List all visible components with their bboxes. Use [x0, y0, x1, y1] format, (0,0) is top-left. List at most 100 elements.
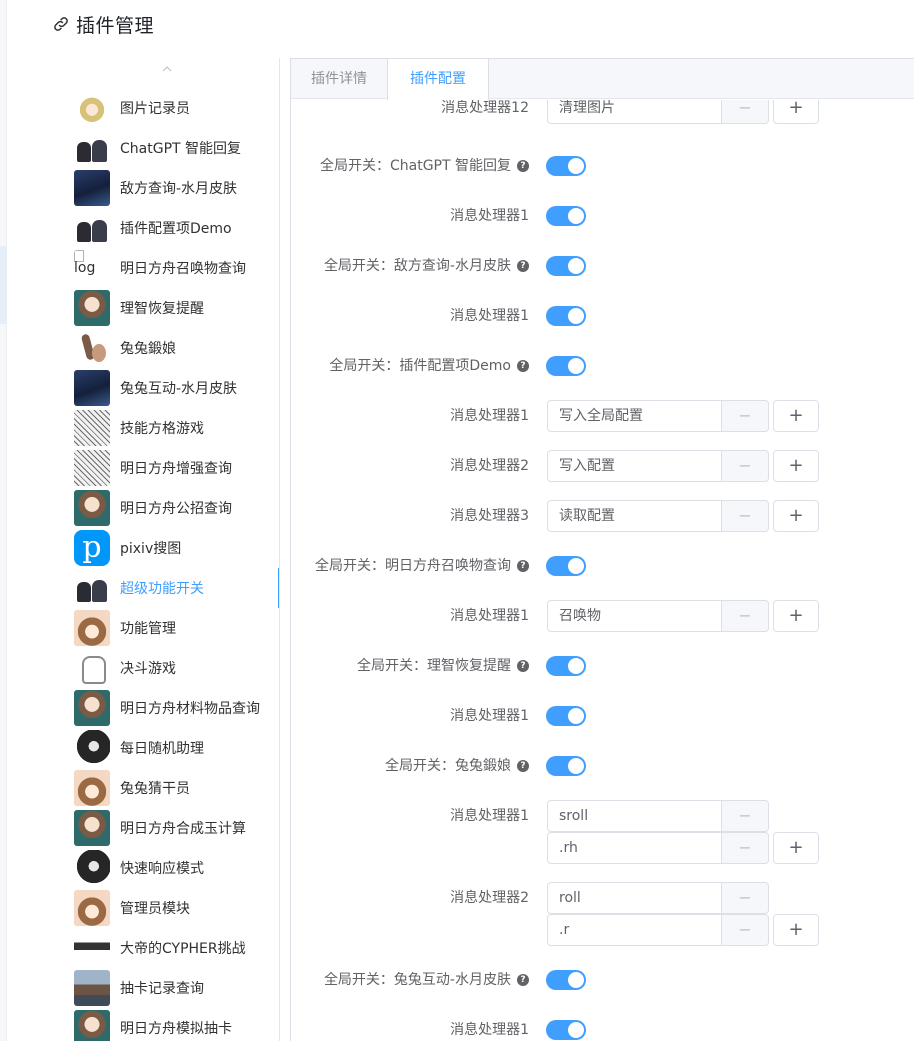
field-label: 全局开关：兔兔鍛娘?	[385, 750, 529, 782]
field-label-text: 消息处理器1	[450, 708, 529, 724]
field-label: 消息处理器1	[450, 200, 529, 232]
toggle-switch[interactable]	[546, 1020, 586, 1040]
field-label-text: 消息处理器1	[450, 408, 529, 424]
image-alt-text: log	[74, 260, 96, 276]
chevron-up-icon[interactable]	[160, 62, 174, 76]
help-icon[interactable]: ?	[517, 760, 529, 772]
sidebar-plugin-label: ChatGPT 智能回复	[120, 141, 242, 157]
plus-button[interactable]: +	[773, 832, 819, 864]
sidebar-plugin-item[interactable]: 大帝的CYPHER挑战	[74, 928, 274, 968]
handler-keyword-input[interactable]: 召唤物	[547, 600, 722, 632]
sidebar-plugin-label: 明日方舟合成玉计算	[120, 821, 246, 837]
help-icon[interactable]: ?	[517, 260, 529, 272]
sidebar-plugin-item[interactable]: 明日方舟模拟抽卡	[74, 1008, 274, 1041]
handler-keyword-input[interactable]: .r	[547, 914, 722, 946]
field-label: 全局开关：敌方查询-水月皮肤?	[324, 250, 529, 282]
sidebar-plugin-label: 技能方格游戏	[120, 421, 204, 437]
sidebar-plugin-item[interactable]: ChatGPT 智能回复	[74, 128, 274, 168]
left-edge-marker	[0, 246, 7, 324]
toggle-switch[interactable]	[546, 256, 586, 276]
sidebar-plugin-item[interactable]: 图片记录员	[74, 88, 274, 128]
handler-keyword-input[interactable]: roll	[547, 882, 722, 914]
toggle-switch[interactable]	[546, 656, 586, 676]
field-label: 全局开关：兔兔互动-水月皮肤?	[324, 964, 529, 996]
plus-button[interactable]: +	[773, 100, 819, 124]
toggle-switch[interactable]	[546, 556, 586, 576]
help-icon[interactable]: ?	[517, 160, 529, 172]
plus-button[interactable]: +	[773, 450, 819, 482]
handler-input-group: 清理图片 −	[547, 100, 769, 124]
minus-button[interactable]: −	[722, 800, 769, 832]
minus-button[interactable]: −	[722, 914, 769, 946]
tab-plugin-config[interactable]: 插件配置	[387, 59, 489, 100]
sidebar-plugin-item[interactable]: 明日方舟公招查询	[74, 488, 274, 528]
field-label-text: 消息处理器1	[450, 208, 529, 224]
sidebar-plugin-item[interactable]: 敌方查询-水月皮肤	[74, 168, 274, 208]
minus-button[interactable]: −	[722, 600, 769, 632]
help-icon[interactable]: ?	[517, 360, 529, 372]
tab-plugin-details[interactable]: 插件详情	[291, 59, 387, 99]
sidebar-plugin-item[interactable]: 决斗游戏	[74, 648, 274, 688]
sidebar-plugin-item[interactable]: 管理员模块	[74, 888, 274, 928]
plugin-sidebar[interactable]: 图片记录员 ChatGPT 智能回复 敌方查询-水月皮肤 插件配置项Demo log 明日…	[54, 58, 280, 1041]
sidebar-plugin-item[interactable]: 兔兔互动-水月皮肤	[74, 368, 274, 408]
sidebar-plugin-item[interactable]: 兔兔鍛娘	[74, 328, 274, 368]
plus-button[interactable]: +	[773, 500, 819, 532]
toggle-switch[interactable]	[546, 356, 586, 376]
sidebar-plugin-item[interactable]: 明日方舟合成玉计算	[74, 808, 274, 848]
minus-button[interactable]: −	[722, 450, 769, 482]
minus-button[interactable]: −	[722, 400, 769, 432]
sidebar-plugin-item[interactable]: 插件配置项Demo	[74, 208, 274, 248]
plus-button[interactable]: +	[773, 914, 819, 946]
handler-keyword-input[interactable]: sroll	[547, 800, 722, 832]
sidebar-plugin-item[interactable]: 明日方舟增强查询	[74, 448, 274, 488]
field-label-text: 全局开关：ChatGPT 智能回复	[319, 158, 511, 174]
sidebar-plugin-item[interactable]: 快速响应模式	[74, 848, 274, 888]
handler-keyword-input[interactable]: 读取配置	[547, 500, 722, 532]
sidebar-plugin-item[interactable]: 超级功能开关	[74, 568, 274, 608]
handler-keyword-input[interactable]: .rh	[547, 832, 722, 864]
sidebar-plugin-label: 明日方舟公招查询	[120, 501, 232, 517]
minus-button[interactable]: −	[722, 100, 769, 124]
plus-button[interactable]: +	[773, 400, 819, 432]
toggle-switch[interactable]	[546, 306, 586, 326]
active-indicator	[278, 568, 279, 608]
sidebar-plugin-item[interactable]: 明日方舟材料物品查询	[74, 688, 274, 728]
brown-girl-avatar	[74, 890, 110, 926]
toggle-switch[interactable]	[546, 970, 586, 990]
help-icon[interactable]: ?	[517, 974, 529, 986]
sidebar-plugin-item[interactable]: 技能方格游戏	[74, 408, 274, 448]
field-label-text: 全局开关：插件配置项Demo	[329, 358, 511, 374]
sidebar-plugin-label: 明日方舟模拟抽卡	[120, 1021, 232, 1037]
sidebar-plugin-item[interactable]: 理智恢复提醒	[74, 288, 274, 328]
toggle-switch[interactable]	[546, 156, 586, 176]
minus-button[interactable]: −	[722, 882, 769, 914]
sidebar-plugin-item[interactable]: 抽卡记录查询	[74, 968, 274, 1008]
chibi-avatar	[74, 570, 110, 606]
handler-keyword-input[interactable]: 写入全局配置	[547, 400, 722, 432]
handler-input-group: sroll −	[547, 800, 769, 832]
sidebar-plugin-item[interactable]: 兔兔猜干员	[74, 768, 274, 808]
toggle-switch[interactable]	[546, 756, 586, 776]
sidebar-plugin-item[interactable]: 功能管理	[74, 608, 274, 648]
help-icon[interactable]: ?	[517, 660, 529, 672]
handler-keyword-input[interactable]: 清理图片	[547, 100, 722, 124]
handler-keyword-input[interactable]: 写入配置	[547, 450, 722, 482]
field-label-text: 消息处理器12	[441, 100, 529, 116]
plus-button[interactable]: +	[773, 600, 819, 632]
field-label: 消息处理器2	[450, 450, 529, 482]
sidebar-plugin-item[interactable]: log 明日方舟召唤物查询	[74, 248, 274, 288]
help-icon[interactable]: ?	[517, 560, 529, 572]
toggle-switch[interactable]	[546, 206, 586, 226]
girl-avatar	[74, 490, 110, 526]
sidebar-plugin-item[interactable]: 每日随机助理	[74, 728, 274, 768]
minus-button[interactable]: −	[722, 500, 769, 532]
page-header: 插件管理	[52, 10, 154, 38]
link-icon	[54, 17, 68, 31]
brown-girl-avatar	[74, 770, 110, 806]
toggle-switch[interactable]	[546, 706, 586, 726]
sidebar-plugin-label: 明日方舟增强查询	[120, 461, 232, 477]
sidebar-plugin-item[interactable]: p pixiv搜图	[74, 528, 274, 568]
minus-button[interactable]: −	[722, 832, 769, 864]
field-label-text: 消息处理器2	[450, 890, 529, 906]
